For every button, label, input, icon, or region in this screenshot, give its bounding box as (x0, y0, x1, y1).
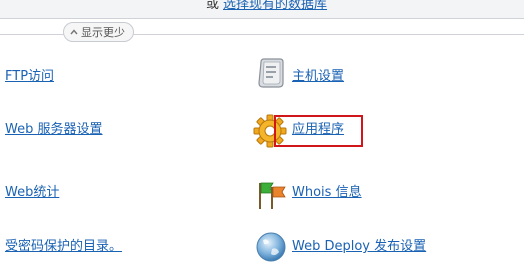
ftp-access-link[interactable]: FTP访问 (5, 65, 54, 84)
database-line: 或选择现有的数据库 (206, 0, 327, 12)
web-deploy-settings-link[interactable]: Web Deploy 发布设置 (292, 235, 426, 254)
host-settings-link[interactable]: 主机设置 (292, 65, 344, 84)
select-database-link[interactable]: 选择现有的数据库 (223, 0, 327, 12)
web-stats-link[interactable]: Web统计 (5, 181, 59, 200)
web-server-settings-link[interactable]: Web 服务器设置 (5, 118, 102, 137)
show-less-label: 显示更少 (81, 26, 125, 39)
password-protected-dirs-link[interactable]: 受密码保护的目录。 (5, 235, 122, 254)
globe-icon (256, 232, 286, 262)
top-strip: 或选择现有的数据库 (0, 0, 524, 19)
host-settings-icon (258, 58, 284, 88)
chevron-up-icon (70, 29, 78, 35)
or-text: 或 (206, 0, 220, 12)
flags-icon (259, 182, 286, 209)
show-less-toggle[interactable]: 显示更少 (63, 22, 134, 42)
highlight-box (274, 115, 363, 147)
whois-info-link[interactable]: Whois 信息 (292, 181, 362, 200)
